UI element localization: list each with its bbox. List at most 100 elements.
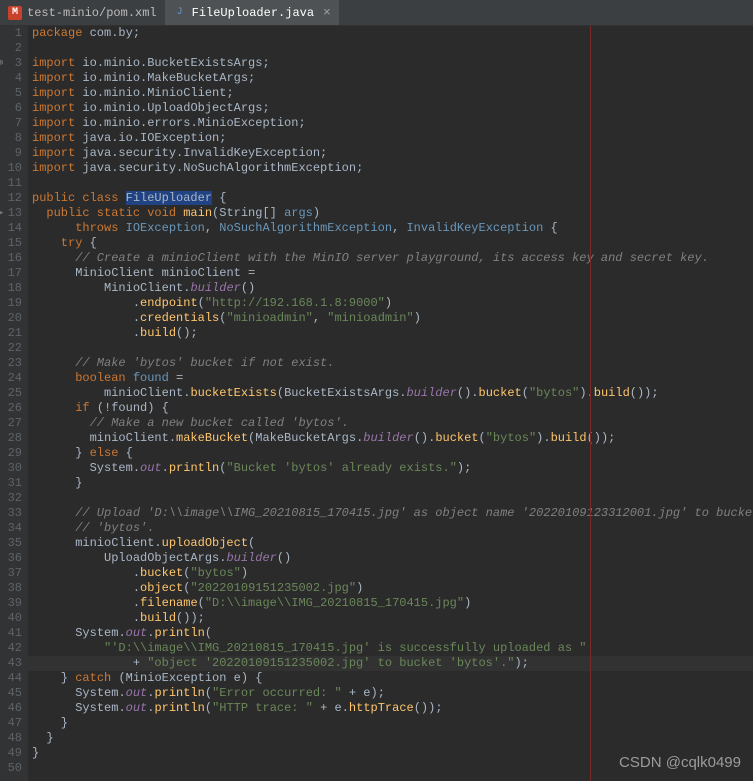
line-number: 10 bbox=[0, 161, 22, 176]
line-number: 26 bbox=[0, 401, 22, 416]
line-number: 48 bbox=[0, 731, 22, 746]
line-number: 7 bbox=[0, 116, 22, 131]
code-line: System.out.println("Bucket 'bytos' alrea… bbox=[28, 461, 753, 476]
tab-pom[interactable]: M test-minio/pom.xml bbox=[0, 0, 165, 25]
line-number: 46 bbox=[0, 701, 22, 716]
code-line: } bbox=[28, 476, 753, 491]
line-number: 33 bbox=[0, 506, 22, 521]
code-line: MinioClient.builder() bbox=[28, 281, 753, 296]
code-line: // 'bytos'. bbox=[28, 521, 753, 536]
line-number: 6 bbox=[0, 101, 22, 116]
code-line: import io.minio.MakeBucketArgs; bbox=[28, 71, 753, 86]
code-line: .build(); bbox=[28, 326, 753, 341]
close-icon[interactable]: × bbox=[323, 5, 331, 20]
code-line: minioClient.bucketExists(BucketExistsArg… bbox=[28, 386, 753, 401]
code-line: } bbox=[28, 716, 753, 731]
line-number: 41 bbox=[0, 626, 22, 641]
code-line: // Upload 'D:\\image\\IMG_20210815_17041… bbox=[28, 506, 753, 521]
line-number: 39 bbox=[0, 596, 22, 611]
code-line: public class FileUploader { bbox=[28, 191, 753, 206]
line-number: 43 bbox=[0, 656, 22, 671]
code-line: minioClient.uploadObject( bbox=[28, 536, 753, 551]
line-number: 25 bbox=[0, 386, 22, 401]
code-line: import java.security.InvalidKeyException… bbox=[28, 146, 753, 161]
line-number: 27 bbox=[0, 416, 22, 431]
line-number: 22 bbox=[0, 341, 22, 356]
line-number: 18 bbox=[0, 281, 22, 296]
code-line bbox=[28, 341, 753, 356]
code-line: UploadObjectArgs.builder() bbox=[28, 551, 753, 566]
code-line: import io.minio.MinioClient; bbox=[28, 86, 753, 101]
line-number: 15 bbox=[0, 236, 22, 251]
code-line: import io.minio.UploadObjectArgs; bbox=[28, 101, 753, 116]
java-icon: J bbox=[173, 6, 187, 20]
line-number: 47 bbox=[0, 716, 22, 731]
fold-icon[interactable]: ⊕ bbox=[0, 56, 3, 71]
line-number: 34 bbox=[0, 521, 22, 536]
line-number: 37 bbox=[0, 566, 22, 581]
maven-icon: M bbox=[8, 6, 22, 20]
tab-fileuploader[interactable]: J FileUploader.java × bbox=[165, 0, 339, 25]
code-line: if (!found) { bbox=[28, 401, 753, 416]
code-line: package com.by; bbox=[28, 26, 753, 41]
watermark: CSDN @cqlk0499 bbox=[619, 754, 741, 771]
code-line bbox=[28, 491, 753, 506]
code-line: .filename("D:\\image\\IMG_20210815_17041… bbox=[28, 596, 753, 611]
line-number: 24 bbox=[0, 371, 22, 386]
code-line: import java.security.NoSuchAlgorithmExce… bbox=[28, 161, 753, 176]
line-number: 9 bbox=[0, 146, 22, 161]
line-number: 50 bbox=[0, 761, 22, 776]
run-icon[interactable]: ▶ bbox=[0, 206, 3, 221]
line-number: 30 bbox=[0, 461, 22, 476]
code-line: // Make a new bucket called 'bytos'. bbox=[28, 416, 753, 431]
line-number: 19 bbox=[0, 296, 22, 311]
code-line: } else { bbox=[28, 446, 753, 461]
code-line: .object("20220109151235002.jpg") bbox=[28, 581, 753, 596]
line-number: 12 bbox=[0, 191, 22, 206]
line-number: 40 bbox=[0, 611, 22, 626]
line-number: 44 bbox=[0, 671, 22, 686]
line-number: 29 bbox=[0, 446, 22, 461]
line-number: 49 bbox=[0, 746, 22, 761]
line-number: 38 bbox=[0, 581, 22, 596]
tab-label: FileUploader.java bbox=[192, 6, 314, 20]
line-number: 45 bbox=[0, 686, 22, 701]
code-line: MinioClient minioClient = bbox=[28, 266, 753, 281]
line-number: 32 bbox=[0, 491, 22, 506]
line-number: 31 bbox=[0, 476, 22, 491]
code-line: .endpoint("http://192.168.1.8:9000") bbox=[28, 296, 753, 311]
code-area[interactable]: package com.by; import io.minio.BucketEx… bbox=[28, 26, 753, 781]
margin-guide bbox=[590, 26, 591, 781]
code-line: try { bbox=[28, 236, 753, 251]
code-line: import io.minio.errors.MinioException; bbox=[28, 116, 753, 131]
code-line: } bbox=[28, 731, 753, 746]
line-number: 42 bbox=[0, 641, 22, 656]
code-line: + "object '20220109151235002.jpg' to buc… bbox=[28, 656, 753, 671]
code-line: boolean found = bbox=[28, 371, 753, 386]
code-line: } catch (MinioException e) { bbox=[28, 671, 753, 686]
line-number: 16 bbox=[0, 251, 22, 266]
code-line: throws IOException, NoSuchAlgorithmExcep… bbox=[28, 221, 753, 236]
tab-label: test-minio/pom.xml bbox=[27, 6, 157, 20]
line-number: 2 bbox=[0, 41, 22, 56]
line-number: 35 bbox=[0, 536, 22, 551]
line-number: 36 bbox=[0, 551, 22, 566]
line-number: 11 bbox=[0, 176, 22, 191]
code-line: .bucket("bytos") bbox=[28, 566, 753, 581]
line-number: 21 bbox=[0, 326, 22, 341]
code-line: .credentials("minioadmin", "minioadmin") bbox=[28, 311, 753, 326]
line-number: 20 bbox=[0, 311, 22, 326]
code-line: System.out.println( bbox=[28, 626, 753, 641]
line-number: 14 bbox=[0, 221, 22, 236]
line-number: 4 bbox=[0, 71, 22, 86]
line-number: ▶13 bbox=[0, 206, 22, 221]
code-line: // Make 'bytos' bucket if not exist. bbox=[28, 356, 753, 371]
code-line: minioClient.makeBucket(MakeBucketArgs.bu… bbox=[28, 431, 753, 446]
code-line bbox=[28, 41, 753, 56]
editor: 1 2 ⊕3 4 5 6 7 8 9 10 11 12 ▶13 14 15 16… bbox=[0, 26, 753, 781]
tab-bar: M test-minio/pom.xml J FileUploader.java… bbox=[0, 0, 753, 26]
line-number: 8 bbox=[0, 131, 22, 146]
code-line: public static void main(String[] args) bbox=[28, 206, 753, 221]
code-line: System.out.println("HTTP trace: " + e.ht… bbox=[28, 701, 753, 716]
gutter: 1 2 ⊕3 4 5 6 7 8 9 10 11 12 ▶13 14 15 16… bbox=[0, 26, 28, 781]
